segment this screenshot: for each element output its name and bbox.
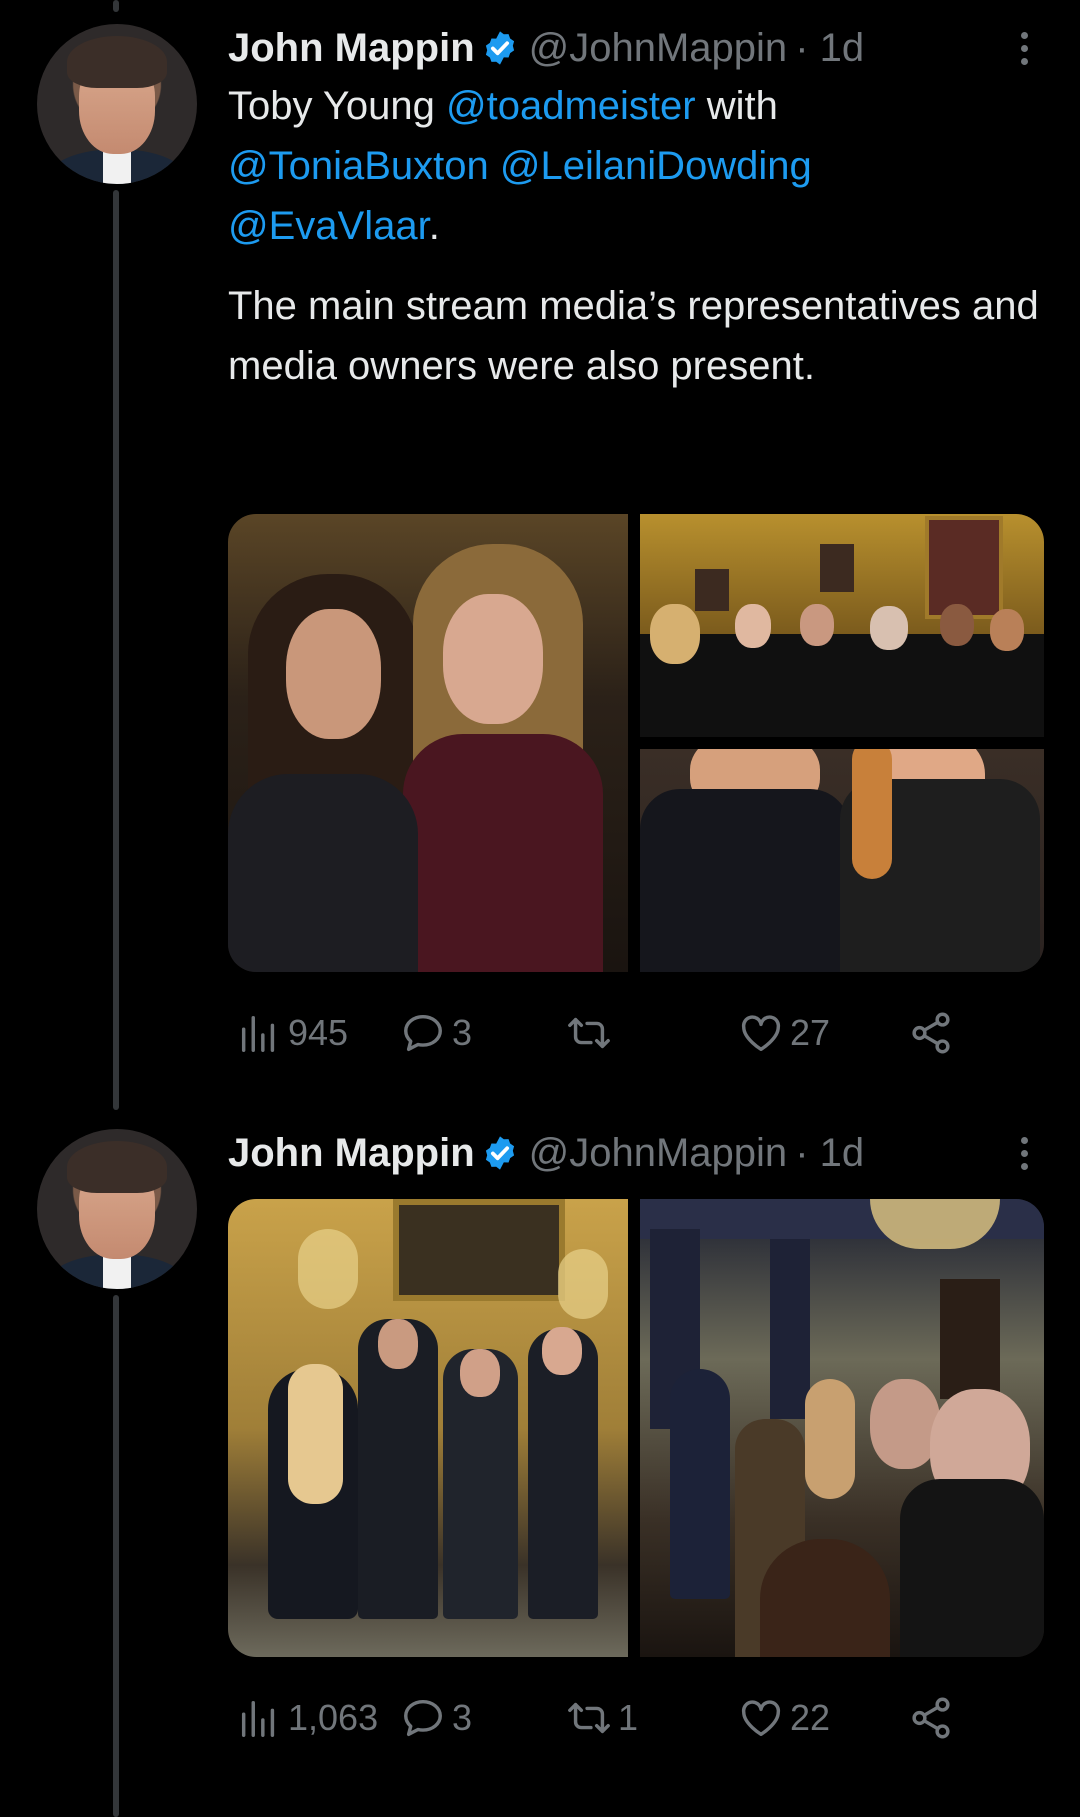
reply-count: 3 <box>452 1697 473 1738</box>
retweet-button[interactable]: 1 <box>566 1688 638 1748</box>
author-handle[interactable]: @JohnMappin <box>529 1131 788 1176</box>
tweet[interactable]: John Mappin @JohnMappin · 1d Toby Young … <box>0 0 1080 1100</box>
tweet-header: John Mappin @JohnMappin · 1d <box>228 22 1044 74</box>
retweet-button[interactable] <box>566 1003 618 1063</box>
tweet-time[interactable]: · 1d <box>795 26 864 71</box>
media-grid <box>228 514 1044 972</box>
views-count: 1,063 <box>288 1697 379 1738</box>
mention-link[interactable]: @ToniaBuxton <box>228 144 489 188</box>
like-icon <box>741 1015 781 1052</box>
tweet-text: Toby Young @toadmeister with @ToniaBuxto… <box>228 84 812 248</box>
tweet-actions: 945 3 27 <box>228 1003 968 1063</box>
tweet-body-text: The main stream media’s representatives … <box>228 284 1050 388</box>
like-button[interactable]: 27 <box>738 1003 830 1063</box>
like-count: 27 <box>790 1012 831 1053</box>
like-count: 22 <box>790 1697 831 1738</box>
reply-button[interactable]: 3 <box>400 1688 472 1748</box>
tweet-actions: 1,063 3 1 22 <box>228 1688 968 1748</box>
retweet-icon <box>568 1017 610 1049</box>
verified-badge-icon <box>485 1136 514 1170</box>
avatar[interactable] <box>37 24 197 184</box>
author-name[interactable]: John Mappin <box>228 26 475 71</box>
photo[interactable] <box>640 514 1044 737</box>
share-icon <box>912 1697 950 1739</box>
photo[interactable] <box>228 1199 628 1657</box>
views-count: 945 <box>288 1012 349 1053</box>
share-button[interactable] <box>908 1003 960 1063</box>
tweet[interactable]: John Mappin @JohnMappin · 1d 1,063 3 1 2… <box>0 1105 1080 1817</box>
reply-button[interactable]: 3 <box>400 1003 472 1063</box>
reply-count: 3 <box>452 1012 473 1053</box>
reply-icon <box>404 1014 442 1052</box>
verified-badge-icon <box>485 31 514 65</box>
photo[interactable] <box>228 514 628 972</box>
mention-link[interactable]: @LeilaniDowding <box>500 144 812 188</box>
like-button[interactable]: 22 <box>738 1688 830 1748</box>
tweet-time[interactable]: · 1d <box>795 1131 864 1176</box>
author-name[interactable]: John Mappin <box>228 1131 475 1176</box>
more-options-icon[interactable] <box>1004 22 1044 74</box>
views-icon <box>241 1015 275 1052</box>
more-options-icon[interactable] <box>1004 1127 1044 1179</box>
views-icon <box>241 1700 275 1737</box>
retweet-count: 1 <box>618 1697 639 1738</box>
author-handle[interactable]: @JohnMappin <box>529 26 788 71</box>
share-icon <box>912 1012 950 1054</box>
share-button[interactable] <box>908 1688 960 1748</box>
reply-icon <box>404 1699 442 1737</box>
media-grid <box>228 1199 1044 1657</box>
views-button[interactable]: 945 <box>236 1003 348 1063</box>
photo[interactable] <box>640 749 1044 972</box>
like-icon <box>741 1700 781 1737</box>
mention-link[interactable]: @EvaVlaar <box>228 204 429 248</box>
views-button[interactable]: 1,063 <box>236 1688 378 1748</box>
avatar[interactable] <box>37 1129 197 1289</box>
retweet-icon <box>568 1702 610 1734</box>
photo[interactable] <box>640 1199 1044 1657</box>
mention-link[interactable]: @toadmeister <box>446 84 696 128</box>
tweet-header: John Mappin @JohnMappin · 1d <box>228 1127 1044 1179</box>
